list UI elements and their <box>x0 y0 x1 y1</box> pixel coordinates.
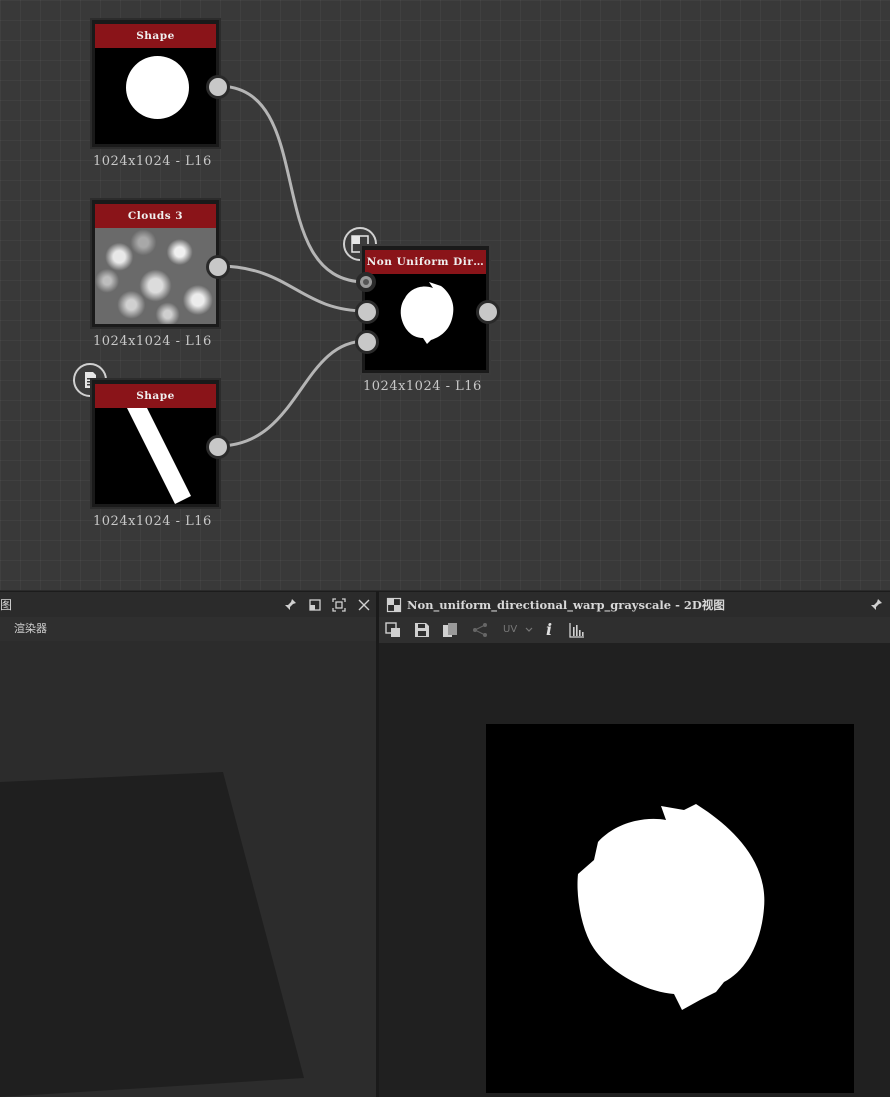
wire-clouds-to-warp-input[interactable] <box>217 264 367 313</box>
pin-icon[interactable] <box>868 597 884 613</box>
node-thumbnail-circle <box>95 48 216 144</box>
right-panel-toolbar: UV i <box>379 617 890 643</box>
node-thumbnail-clouds <box>95 228 216 324</box>
node-resolution-label: 1024x1024 - L16 <box>93 514 212 529</box>
output-port[interactable] <box>206 255 230 279</box>
view-layout-icon[interactable] <box>385 622 401 638</box>
shape-node-circle[interactable]: Shape <box>90 18 221 149</box>
left-panel-toolbar: 渲染器 <box>0 617 376 641</box>
histogram-icon[interactable] <box>569 622 585 638</box>
shape-node-bar[interactable]: Shape <box>90 378 221 509</box>
clouds3-node[interactable]: Clouds 3 <box>90 198 221 329</box>
3d-plane-preview <box>0 772 304 1097</box>
right-panel-header: Non_uniform_directional_warp_grayscale -… <box>379 591 890 619</box>
node-title: Clouds 3 <box>95 204 216 228</box>
uv-dropdown[interactable]: UV <box>503 618 517 642</box>
node-resolution-label: 1024x1024 - L16 <box>93 334 212 349</box>
node-thumbnail-bar <box>95 408 216 504</box>
left-panel-header: 图 <box>0 591 376 619</box>
maximize-icon[interactable] <box>331 597 347 613</box>
non-uniform-directional-warp-node[interactable]: Non Uniform Dir… <box>360 244 491 375</box>
3d-view-viewport[interactable] <box>0 641 376 1097</box>
node-title: Shape <box>95 384 216 408</box>
wire-shape-to-warp-mask[interactable] <box>217 84 367 284</box>
wire-shape2-to-warp-intensity[interactable] <box>217 339 367 448</box>
right-panel-title: Non_uniform_directional_warp_grayscale -… <box>407 598 725 612</box>
close-icon[interactable] <box>356 597 372 613</box>
2d-view-viewport[interactable] <box>379 643 890 1097</box>
node-resolution-label: 1024x1024 - L16 <box>363 379 482 394</box>
save-icon[interactable] <box>414 622 430 638</box>
info-icon[interactable]: i <box>546 618 552 642</box>
checker-icon <box>386 597 402 613</box>
node-graph-canvas[interactable]: Shape 1024x1024 - L16 Clouds 3 1024x1024… <box>0 0 890 590</box>
renderer-menu[interactable]: 渲染器 <box>14 617 47 641</box>
node-title: Non Uniform Dir… <box>365 250 486 274</box>
node-thumbnail-warp <box>365 274 486 370</box>
chevron-down-icon[interactable] <box>524 622 534 638</box>
pin-icon[interactable] <box>282 597 298 613</box>
copy-icon[interactable] <box>442 622 458 638</box>
input-port-mask[interactable] <box>356 272 376 292</box>
2d-image-preview <box>486 724 854 1093</box>
left-panel-title: 图 <box>0 598 13 612</box>
output-port[interactable] <box>476 300 500 324</box>
share-nodes-icon[interactable] <box>472 622 488 638</box>
output-port[interactable] <box>206 435 230 459</box>
input-port-intensity[interactable] <box>355 330 379 354</box>
node-resolution-label: 1024x1024 - L16 <box>93 154 212 169</box>
output-port[interactable] <box>206 75 230 99</box>
node-title: Shape <box>95 24 216 48</box>
input-port-input[interactable] <box>355 300 379 324</box>
float-window-icon[interactable] <box>307 597 323 613</box>
